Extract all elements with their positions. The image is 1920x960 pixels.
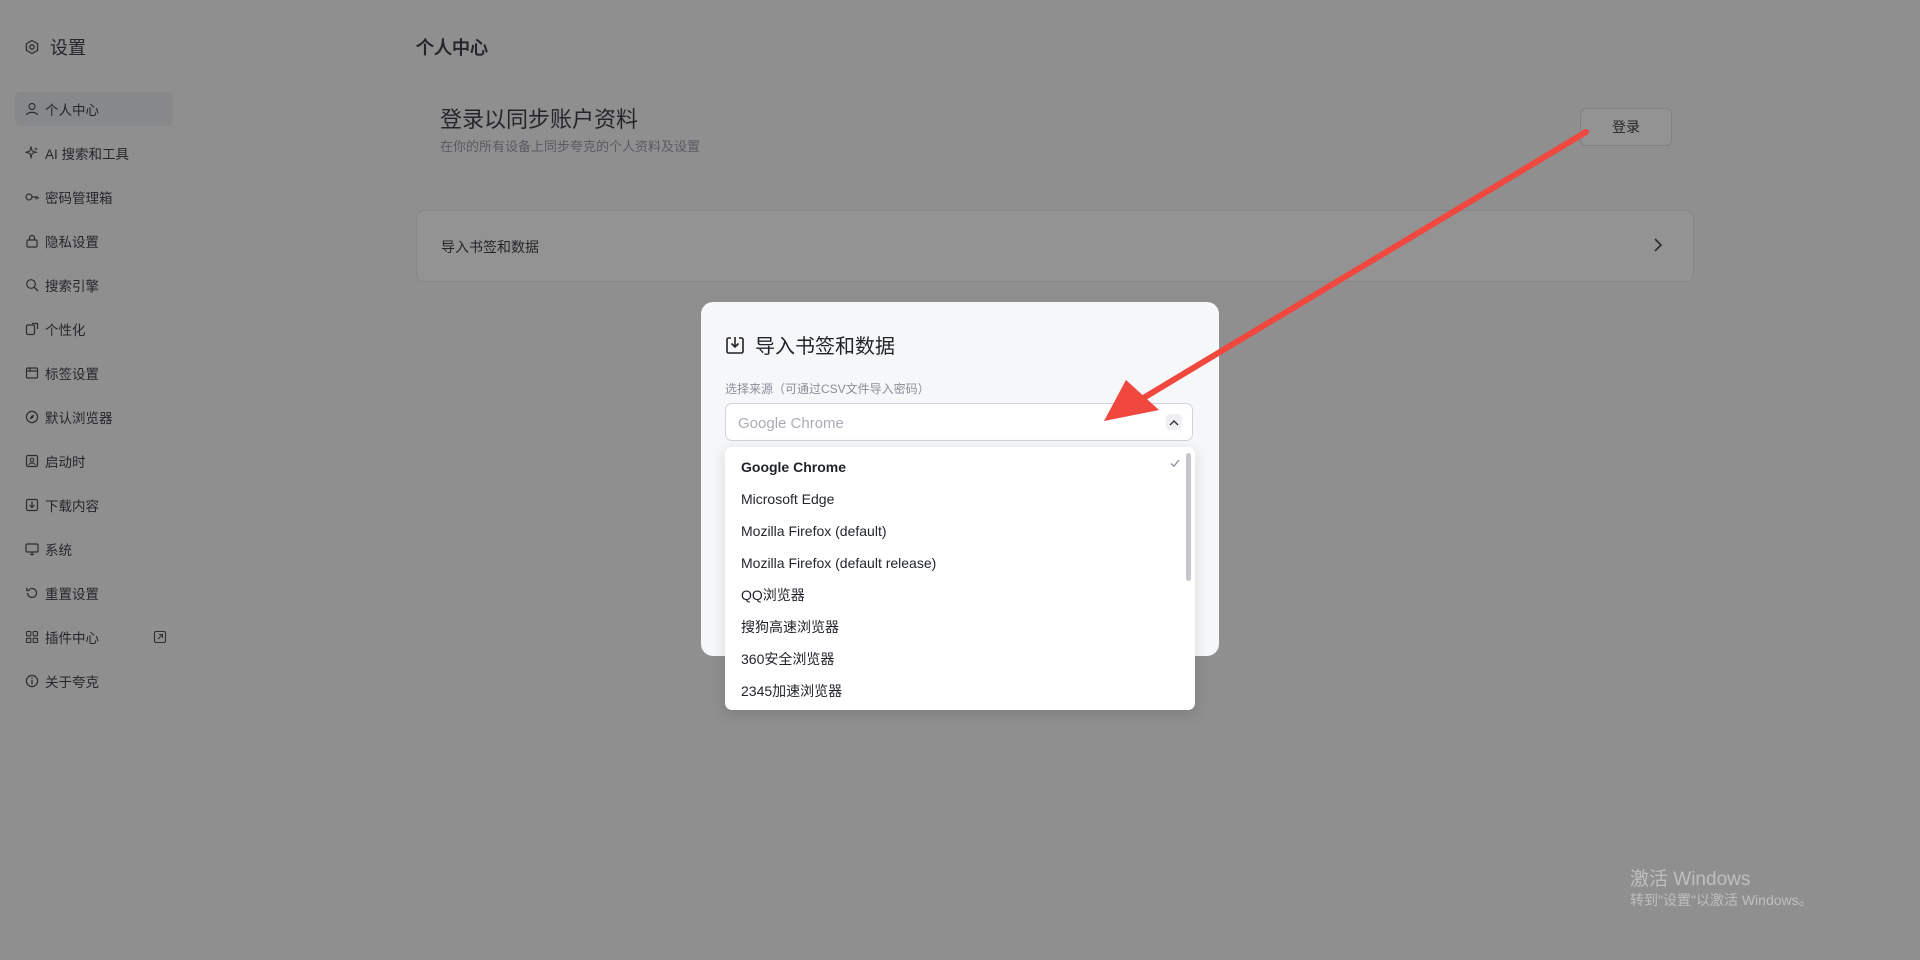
source-select[interactable]: Google Chrome — [725, 403, 1193, 441]
option-firefox-default-release[interactable]: Mozilla Firefox (default release) — [741, 553, 936, 573]
option-2345-browser[interactable]: 2345加速浏览器 — [741, 681, 842, 701]
option-360-browser[interactable]: 360安全浏览器 — [741, 649, 834, 669]
option-google-chrome[interactable]: Google Chrome — [741, 457, 846, 477]
option-firefox-default[interactable]: Mozilla Firefox (default) — [741, 521, 887, 541]
option-qq-browser[interactable]: QQ浏览器 — [741, 585, 805, 605]
dialog-title-text: 导入书签和数据 — [755, 336, 895, 358]
import-icon — [726, 336, 744, 354]
source-label: 选择来源（可通过CSV文件导入密码） — [725, 382, 930, 396]
option-sogou-browser[interactable]: 搜狗高速浏览器 — [741, 617, 839, 637]
activation-watermark-title: 激活 Windows — [1630, 869, 1751, 890]
option-microsoft-edge[interactable]: Microsoft Edge — [741, 489, 834, 509]
dropdown-scrollbar[interactable] — [1186, 453, 1191, 581]
source-dropdown: Google Chrome Microsoft Edge Mozilla Fir… — [725, 447, 1195, 710]
check-icon — [1170, 459, 1180, 468]
dialog-title: 导入书签和数据 — [725, 330, 895, 359]
source-select-value: Google Chrome — [738, 415, 844, 432]
activation-watermark-subtitle: 转到"设置"以激活 Windows。 — [1630, 892, 1813, 908]
chevron-up-icon[interactable] — [1166, 414, 1182, 430]
